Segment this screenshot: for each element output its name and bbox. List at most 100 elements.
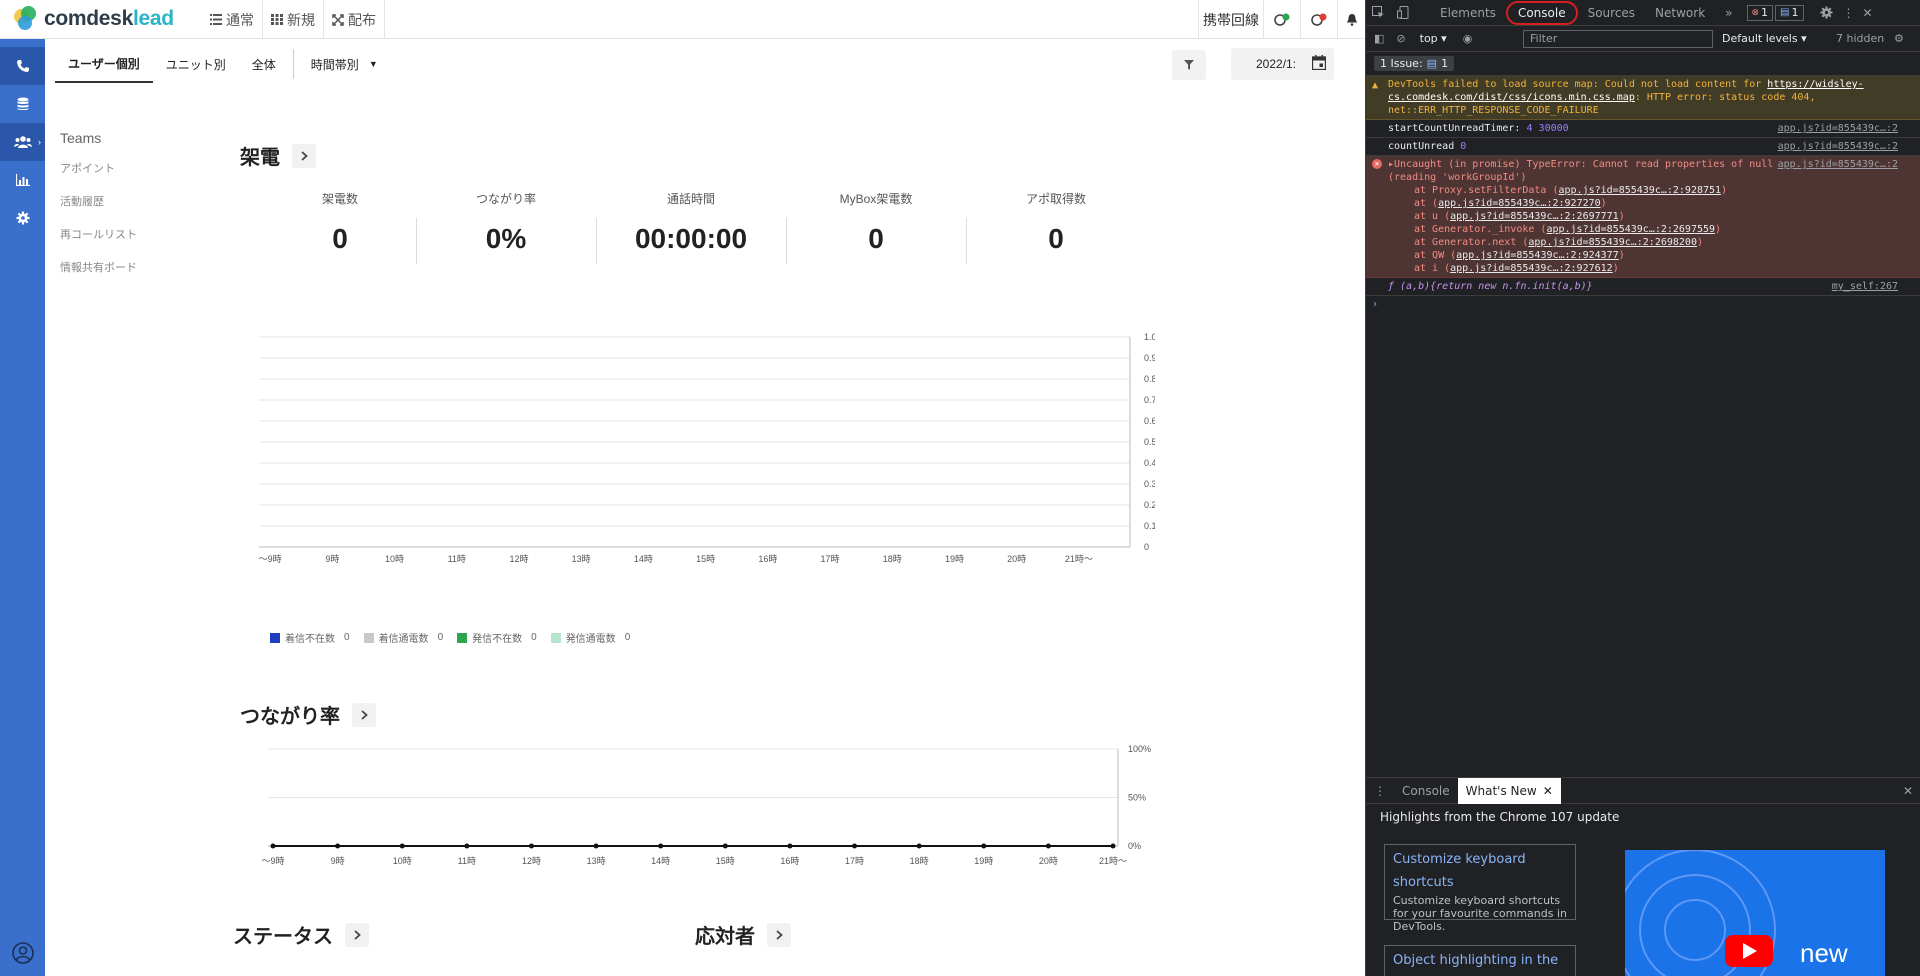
calls-expand-button[interactable] xyxy=(292,143,316,168)
stack-link[interactable]: app.js?id=855439c…:2:928751 xyxy=(1559,185,1722,196)
filter-button[interactable] xyxy=(1172,50,1206,80)
data-point xyxy=(981,843,987,849)
error-icon: ✕ xyxy=(1372,159,1382,169)
source-link[interactable]: app.js?id=855439c…:2 xyxy=(1778,140,1898,153)
top-nav: 通常 新規 配布 xyxy=(202,0,385,39)
message-icon: ▤ xyxy=(1780,7,1790,18)
rail-teams[interactable]: › xyxy=(0,123,45,161)
responder-expand-button[interactable] xyxy=(767,922,791,947)
tab-network[interactable]: Network xyxy=(1645,0,1715,26)
drawer-tab-bar: ⋮ Console What's New ✕ ✕ xyxy=(1366,777,1920,804)
legend-item[interactable]: 発信通電数 0 xyxy=(550,630,630,645)
time-dropdown[interactable]: 時間帯別 ▼ xyxy=(298,45,391,83)
legend-total: 0 xyxy=(437,632,444,643)
nav-distribute[interactable]: 配布 xyxy=(324,0,385,39)
legend-item[interactable]: 着信通電数 0 xyxy=(363,630,444,645)
close-icon[interactable]: ✕ xyxy=(1543,784,1553,798)
logo[interactable]: comdesklead xyxy=(14,6,174,32)
stack-link[interactable]: app.js?id=855439c…:2:2697771 xyxy=(1450,211,1619,222)
side-menu: Teams アポイント 活動履歴 再コールリスト 情報共有ボード xyxy=(60,130,137,292)
source-link[interactable]: my_self:267 xyxy=(1832,280,1898,293)
side-menu-item-history[interactable]: 活動履歴 xyxy=(60,193,137,226)
calendar-icon[interactable] xyxy=(1312,55,1326,70)
inspect-element-button[interactable] xyxy=(1366,0,1391,26)
video-thumbnail[interactable]: new xyxy=(1625,850,1885,976)
error-counter[interactable]: ⊗ 1 xyxy=(1746,4,1774,21)
eye-icon[interactable]: ◉ xyxy=(1463,32,1473,45)
date-field[interactable]: 2022/1: xyxy=(1231,48,1334,80)
side-menu-item-appointment[interactable]: アポイント xyxy=(60,160,137,193)
stack-link[interactable]: app.js?id=855439c…:2:924377 xyxy=(1456,250,1619,261)
tab-sources[interactable]: Sources xyxy=(1578,0,1645,26)
caret-down-icon: ▼ xyxy=(368,59,378,69)
rail-analytics[interactable] xyxy=(0,161,45,199)
issues-button[interactable]: 1 Issue: ▤ 1 xyxy=(1374,56,1455,71)
kebab-menu-icon[interactable]: ⋮ xyxy=(1839,0,1859,26)
tab-all[interactable]: 全体 xyxy=(239,45,289,83)
device-toggle-button[interactable] xyxy=(1391,0,1416,26)
x-tick-label: 21時〜 xyxy=(1099,856,1127,866)
rail-database[interactable] xyxy=(0,85,45,123)
clear-console-icon[interactable]: ⊘ xyxy=(1396,32,1405,45)
data-point xyxy=(464,843,470,849)
nav-normal-label: 通常 xyxy=(226,11,254,28)
sidebar-toggle-icon[interactable]: ◧ xyxy=(1374,32,1384,45)
rail-settings[interactable] xyxy=(0,199,45,237)
console-settings-icon[interactable]: ⚙ xyxy=(1894,32,1904,45)
x-tick-label: 10時 xyxy=(393,856,412,866)
rail-phone[interactable] xyxy=(0,47,45,85)
side-menu-item-board[interactable]: 情報共有ボード xyxy=(60,259,137,292)
message-icon: ▤ xyxy=(1426,57,1438,70)
rail-profile[interactable] xyxy=(0,942,45,964)
stack-link[interactable]: app.js?id=855439c…:2:2697559 xyxy=(1546,224,1715,235)
phone-icon xyxy=(16,60,29,72)
whats-new-card[interactable]: Object highlighting in the xyxy=(1384,945,1576,976)
mobile-line-button[interactable]: 携帯回線 xyxy=(1198,0,1263,39)
top-bar: comdesklead 通常 新規 配布 携帯回線 xyxy=(0,0,1365,39)
whats-new-card[interactable]: Customize keyboard shortcuts Customize k… xyxy=(1384,844,1576,933)
notification-button[interactable] xyxy=(1337,0,1365,39)
status-expand-button[interactable] xyxy=(345,922,369,947)
legend-item[interactable]: 発信不在数 0 xyxy=(457,630,537,645)
card-title: Customize keyboard shortcuts xyxy=(1393,852,1526,890)
call-stats: 架電数 0 つながり率 0% 通話時間 00:00:00 MyBox架電数 0 … xyxy=(264,190,1146,264)
close-drawer-icon[interactable]: ✕ xyxy=(1895,778,1920,804)
nav-new[interactable]: 新規 xyxy=(263,0,324,39)
y-tick-label: 0.4 xyxy=(1144,458,1155,468)
stack-link[interactable]: app.js?id=855439c…:2:927612 xyxy=(1450,263,1613,274)
source-link[interactable]: app.js?id=855439c…:2 xyxy=(1778,158,1898,171)
console-log: countUnread 0 app.js?id=855439c…:2 xyxy=(1366,138,1920,156)
nav-new-label: 新規 xyxy=(287,11,315,28)
console-prompt[interactable]: › xyxy=(1366,296,1920,313)
drawer-menu-icon[interactable]: ⋮ xyxy=(1366,778,1394,804)
message-counter[interactable]: ▤ 1 xyxy=(1775,4,1804,21)
source-link[interactable]: app.js?id=855439c…:2 xyxy=(1778,122,1898,135)
tab-per-user[interactable]: ユーザー個別 xyxy=(55,45,153,83)
side-menu-item-recall[interactable]: 再コールリスト xyxy=(60,226,137,259)
stack-link[interactable]: app.js?id=855439c…:2:2698200 xyxy=(1528,237,1697,248)
warning-icon: ▲ xyxy=(1372,80,1379,91)
status-green-button[interactable] xyxy=(1263,0,1300,39)
console-filter-input[interactable]: Filter xyxy=(1523,30,1713,48)
status-red-button[interactable] xyxy=(1300,0,1337,39)
stack-link[interactable]: app.js?id=855439c…:2:927270 xyxy=(1438,198,1601,209)
legend-item[interactable]: 着信不在数 0 xyxy=(270,630,350,645)
context-select[interactable]: top ▾ xyxy=(1420,32,1447,45)
tab-elements[interactable]: Elements xyxy=(1430,0,1506,26)
devtools-drawer: ⋮ Console What's New ✕ ✕ Highlights from … xyxy=(1366,777,1920,976)
top-right: 携帯回線 xyxy=(1198,0,1365,39)
stat-divider xyxy=(966,218,967,264)
settings-button[interactable] xyxy=(1814,0,1839,26)
drawer-tab-whats-new[interactable]: What's New ✕ xyxy=(1457,777,1561,804)
more-tabs-button[interactable]: » xyxy=(1715,0,1742,26)
devtools-tab-bar: Elements Console Sources Network » ⊗ 1 ▤… xyxy=(1366,0,1920,26)
status-title-text: ステータス xyxy=(233,926,333,948)
nav-normal[interactable]: 通常 xyxy=(202,0,263,39)
drawer-tab-console[interactable]: Console xyxy=(1394,778,1458,804)
close-icon[interactable]: ✕ xyxy=(1859,0,1877,26)
connection-expand-button[interactable] xyxy=(352,702,376,727)
tab-console[interactable]: Console xyxy=(1505,0,1578,25)
log-levels-select[interactable]: Default levels ▾ xyxy=(1722,32,1807,45)
tab-per-unit[interactable]: ユニット別 xyxy=(153,45,239,83)
nav-distribute-label: 配布 xyxy=(348,11,376,28)
